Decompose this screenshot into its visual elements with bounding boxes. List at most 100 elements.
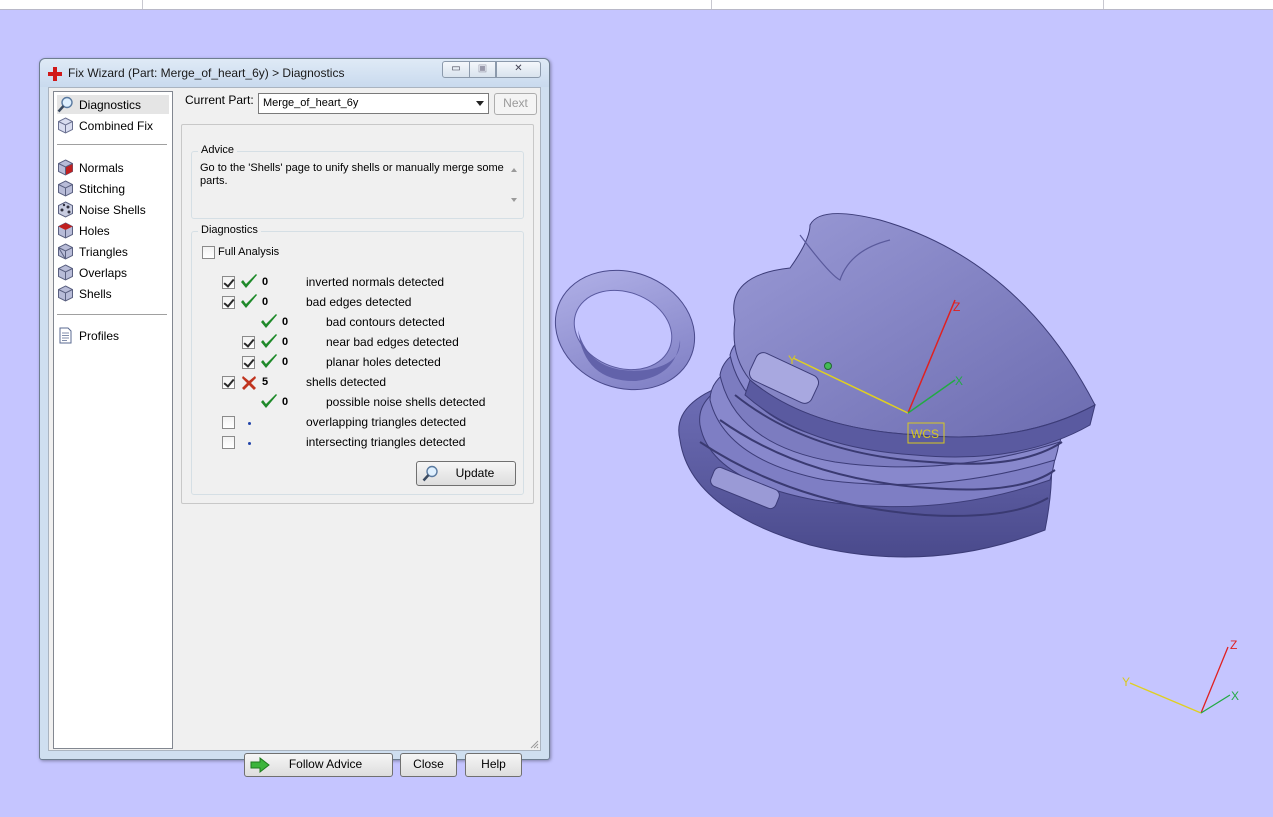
nav-item-label: Stitching bbox=[79, 181, 126, 196]
nav-item-normals[interactable]: Normals bbox=[57, 158, 169, 177]
magnifier-icon bbox=[57, 96, 73, 113]
close-button[interactable]: Close bbox=[400, 753, 457, 777]
label-bad-edges: bad edges detected bbox=[306, 295, 412, 309]
nav-separator bbox=[57, 314, 167, 315]
nav-item-holes[interactable]: Holes bbox=[57, 221, 169, 240]
nav-item-label: Normals bbox=[79, 160, 124, 175]
nav-item-label: Shells bbox=[79, 286, 112, 301]
row-checkbox-near-bad-edges[interactable] bbox=[242, 336, 255, 349]
local-z-axis-label: Z bbox=[953, 300, 960, 314]
count-inverted-normals: 0 bbox=[262, 276, 269, 288]
nav-item-label: Combined Fix bbox=[79, 118, 154, 133]
nav-item-shells[interactable]: Shells bbox=[57, 284, 169, 303]
nav-separator bbox=[57, 144, 167, 145]
gizmo-y-label: Y bbox=[1122, 675, 1130, 689]
normals-cube-icon bbox=[58, 159, 73, 176]
green-check-icon bbox=[261, 354, 277, 368]
current-part-label: Current Part: bbox=[185, 93, 254, 107]
toolbar-separator bbox=[711, 0, 712, 9]
triangles-cube-icon bbox=[58, 243, 73, 260]
help-button[interactable]: Help bbox=[465, 753, 522, 777]
label-inverted-normals: inverted normals detected bbox=[306, 275, 445, 289]
stitching-cube-icon bbox=[58, 180, 73, 197]
advice-group-title: Advice bbox=[198, 144, 238, 156]
green-check-icon bbox=[261, 394, 277, 408]
dialog-client-area: Diagnostics Combined Fix Normals Stitchi… bbox=[48, 87, 541, 777]
wcs-label: WCS bbox=[911, 427, 939, 441]
toolbar-separator bbox=[142, 0, 143, 9]
green-check-icon bbox=[241, 294, 257, 308]
fix-wizard-window: Fix Wizard (Part: Merge_of_heart_6y) > D… bbox=[39, 58, 550, 777]
gizmo-z-label: Z bbox=[1230, 638, 1237, 652]
diagnostics-group: Diagnostics Full Analysis 0 inverted nor… bbox=[191, 224, 524, 495]
nav-item-noise-shells[interactable]: Noise Shells bbox=[57, 200, 169, 219]
full-analysis-label: Full Analysis bbox=[218, 246, 280, 258]
current-part-dropdown[interactable]: Merge_of_heart_6y bbox=[258, 93, 489, 114]
nav-item-label: Holes bbox=[79, 223, 110, 238]
magnifier-icon bbox=[422, 465, 438, 482]
count-noise-shells: 0 bbox=[282, 396, 289, 408]
pending-dot-icon bbox=[248, 442, 251, 445]
advice-scrollbar[interactable] bbox=[508, 162, 520, 208]
nav-item-combined-fix[interactable]: Combined Fix bbox=[57, 116, 169, 135]
nav-item-stitching[interactable]: Stitching bbox=[57, 179, 169, 198]
heart-model[interactable] bbox=[678, 213, 1096, 558]
row-checkbox-overlapping-triangles[interactable] bbox=[222, 416, 235, 429]
nav-item-overlaps[interactable]: Overlaps bbox=[57, 263, 169, 282]
nav-item-triangles[interactable]: Triangles bbox=[57, 242, 169, 261]
local-x-axis-label: X bbox=[955, 374, 963, 388]
count-near-bad-edges: 0 bbox=[282, 336, 289, 348]
chevron-down-icon bbox=[476, 101, 484, 106]
scroll-up-icon bbox=[511, 168, 517, 172]
close-button-label: Close bbox=[413, 757, 444, 771]
gizmo-x-label: X bbox=[1231, 689, 1239, 703]
update-button[interactable]: Update bbox=[416, 461, 516, 486]
green-arrow-right-icon bbox=[250, 757, 270, 773]
close-window-button[interactable]: ✕ bbox=[496, 61, 541, 78]
shells-cube-icon bbox=[58, 285, 73, 302]
overlaps-cube-icon bbox=[58, 264, 73, 281]
resize-grip-icon[interactable] bbox=[529, 739, 539, 749]
nav-item-diagnostics[interactable]: Diagnostics bbox=[57, 95, 169, 114]
diagnostics-page-panel: Advice Go to the 'Shells' page to unify … bbox=[181, 124, 534, 504]
red-cross-icon bbox=[48, 67, 62, 81]
nav-item-label: Profiles bbox=[79, 328, 120, 343]
green-check-icon bbox=[261, 334, 277, 348]
ring-model[interactable] bbox=[550, 251, 712, 409]
maximize-icon: ▣ bbox=[477, 63, 488, 74]
label-intersecting-triangles: intersecting triangles detected bbox=[306, 435, 466, 449]
minimize-icon: ▭ bbox=[451, 63, 461, 74]
count-planar-holes: 0 bbox=[282, 356, 289, 368]
row-checkbox-planar-holes[interactable] bbox=[242, 356, 255, 369]
advice-group: Advice Go to the 'Shells' page to unify … bbox=[191, 144, 524, 219]
row-checkbox-inverted-normals[interactable] bbox=[222, 276, 235, 289]
nav-item-profiles[interactable]: Profiles bbox=[57, 326, 169, 345]
next-button[interactable]: Next bbox=[494, 93, 537, 115]
nav-item-label: Noise Shells bbox=[79, 202, 146, 217]
label-near-bad-edges: near bad edges detected bbox=[326, 335, 459, 349]
pending-dot-icon bbox=[248, 422, 251, 425]
maximize-button[interactable]: ▣ bbox=[469, 61, 496, 78]
count-shells: 5 bbox=[262, 376, 269, 388]
scroll-down-icon bbox=[511, 198, 517, 202]
row-checkbox-intersecting-triangles[interactable] bbox=[222, 436, 235, 449]
row-checkbox-bad-edges[interactable] bbox=[222, 296, 235, 309]
follow-advice-button[interactable]: Follow Advice bbox=[244, 753, 393, 777]
label-bad-contours: bad contours detected bbox=[326, 315, 445, 329]
diagnostics-group-title: Diagnostics bbox=[198, 224, 261, 236]
orientation-gizmo bbox=[1129, 646, 1231, 714]
toolbar-separator bbox=[1103, 0, 1104, 9]
3d-viewport[interactable]: Z Y X WCS Z Y X bbox=[550, 180, 1273, 817]
close-icon: ✕ bbox=[514, 63, 523, 74]
label-overlapping-triangles: overlapping triangles detected bbox=[306, 415, 467, 429]
full-analysis-checkbox[interactable] bbox=[202, 246, 215, 259]
holes-cube-icon bbox=[58, 222, 73, 239]
red-x-icon bbox=[242, 376, 256, 390]
row-checkbox-shells[interactable] bbox=[222, 376, 235, 389]
count-bad-edges: 0 bbox=[262, 296, 269, 308]
minimize-button[interactable]: ▭ bbox=[442, 61, 470, 78]
nav-item-label: Triangles bbox=[79, 244, 128, 259]
title-bar[interactable]: Fix Wizard (Part: Merge_of_heart_6y) > D… bbox=[40, 59, 549, 87]
next-button-label: Next bbox=[503, 96, 528, 110]
label-shells: shells detected bbox=[306, 375, 387, 389]
